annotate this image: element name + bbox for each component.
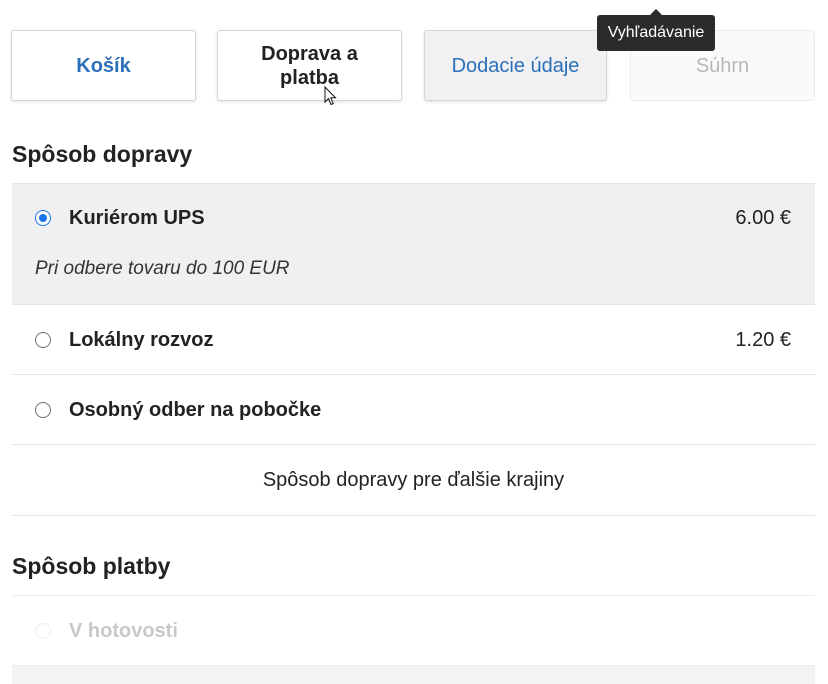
payment-option-name: V hotovosti: [69, 620, 178, 642]
step-cart[interactable]: Košík: [11, 30, 196, 101]
shipping-option-name: Lokálny rozvoz: [69, 329, 214, 351]
shipping-options: Kuriérom UPS 6.00 € Pri odbere tovaru do…: [12, 183, 815, 516]
shipping-option-price: 6.00 €: [735, 207, 791, 229]
shipping-option-name: Kuriérom UPS: [69, 207, 205, 229]
shipping-heading: Spôsob dopravy: [12, 141, 193, 167]
step-shipping-payment[interactable]: Doprava a platba: [217, 30, 402, 101]
radio-selected-icon[interactable]: [35, 210, 51, 226]
step-delivery-details[interactable]: Dodacie údaje: [424, 30, 607, 101]
shipping-option-pickup[interactable]: Osobný odber na pobočke: [12, 375, 815, 445]
other-countries-link[interactable]: Spôsob dopravy pre ďalšie krajiny: [12, 445, 815, 516]
radio-icon[interactable]: [35, 623, 51, 639]
search-tooltip: Vyhľadávanie: [597, 9, 715, 51]
shipping-option-price: 1.20 €: [735, 329, 791, 351]
payment-option-cash[interactable]: V hotovosti: [12, 596, 815, 665]
shipping-option-name: Osobný odber na pobočke: [69, 399, 322, 421]
mouse-cursor-icon: [324, 86, 337, 106]
payment-heading: Spôsob platby: [12, 553, 171, 579]
radio-icon[interactable]: [35, 332, 51, 348]
shipping-option-note: Pri odbere tovaru do 100 EUR: [35, 258, 290, 279]
shipping-option-local[interactable]: Lokálny rozvoz 1.20 €: [12, 305, 815, 375]
checkout-page: Košík Doprava a platba Dodacie údaje Súh…: [0, 0, 828, 684]
radio-icon[interactable]: [35, 402, 51, 418]
shipping-option-ups[interactable]: Kuriérom UPS 6.00 € Pri odbere tovaru do…: [12, 183, 815, 305]
payment-option-next: [12, 665, 815, 684]
